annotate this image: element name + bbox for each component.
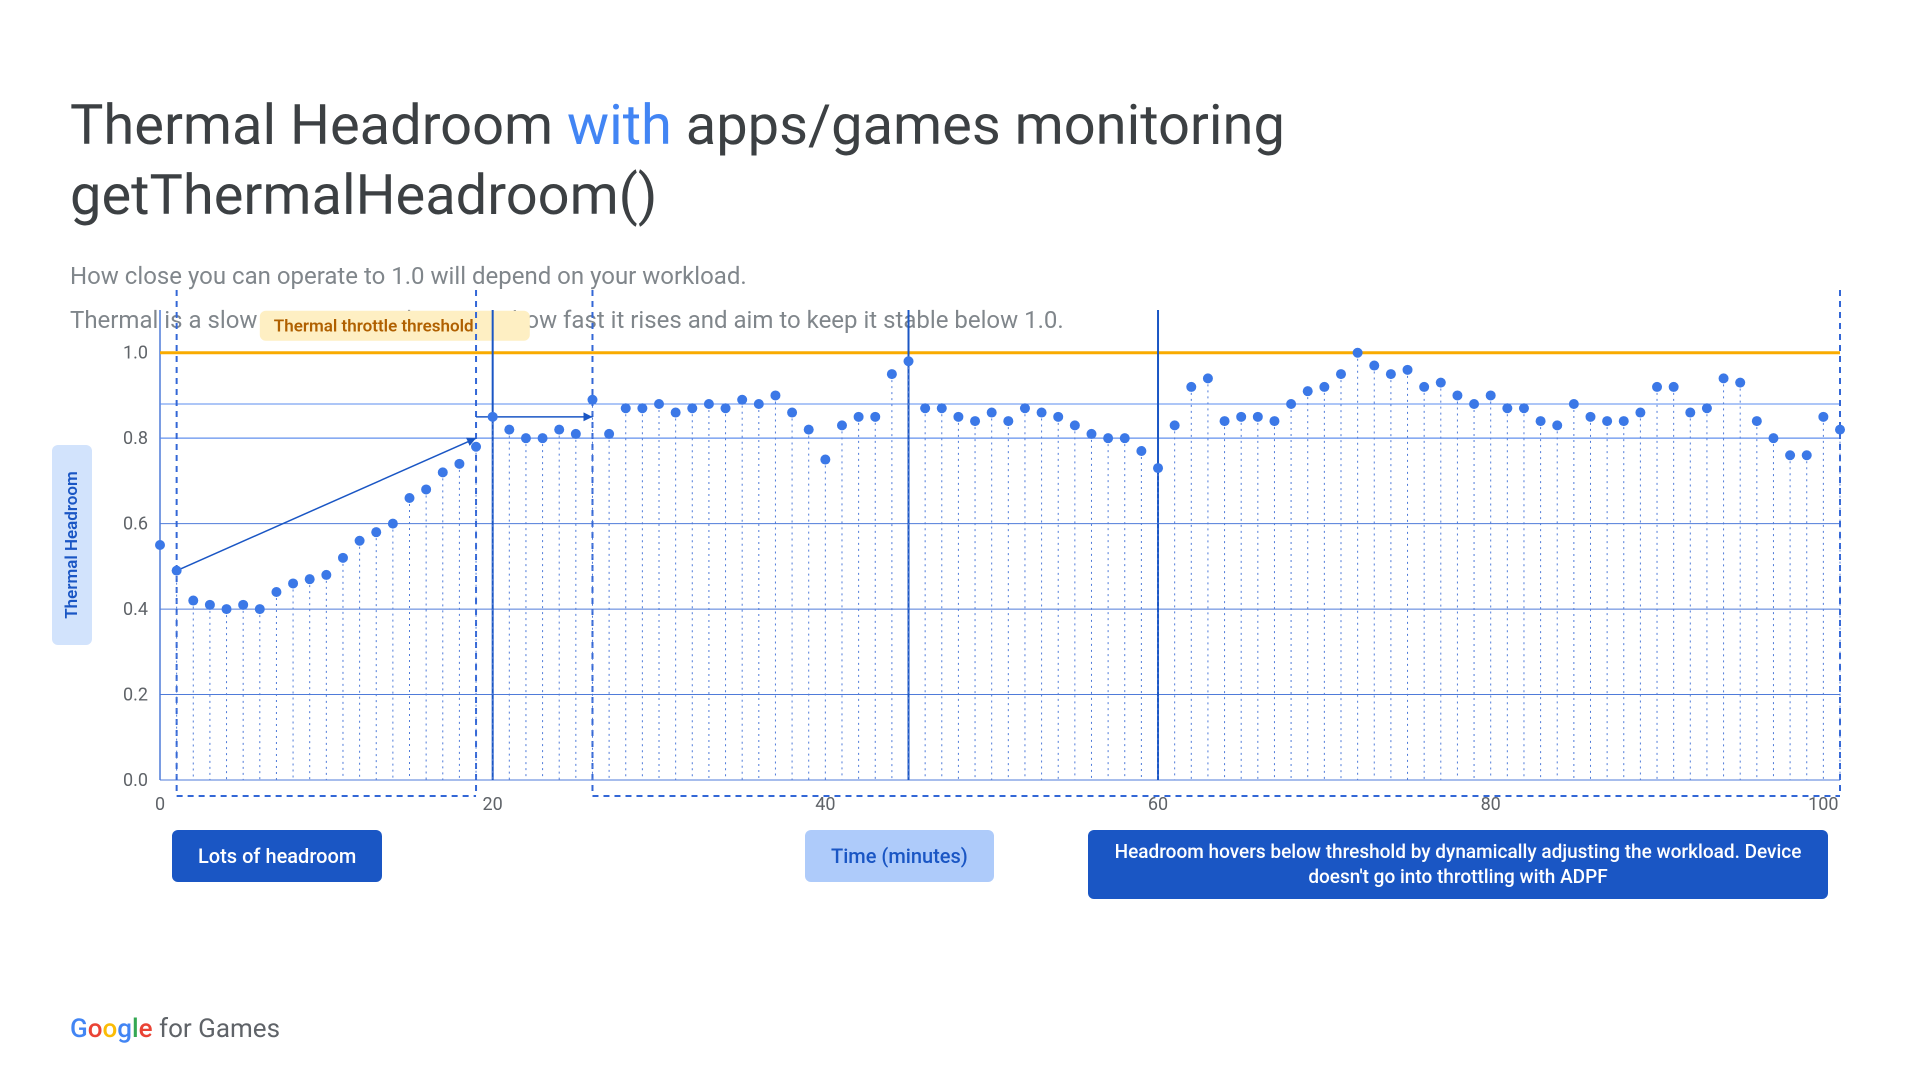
svg-text:1.0: 1.0: [123, 343, 148, 364]
google-logo-text: Google: [70, 1014, 153, 1044]
svg-text:0: 0: [155, 794, 165, 815]
y-axis-label: Thermal Headroom: [62, 471, 82, 619]
svg-text:20: 20: [483, 794, 503, 815]
svg-text:0.6: 0.6: [123, 514, 148, 535]
svg-text:60: 60: [1148, 794, 1168, 815]
annotation-left-pill: Lots of headroom: [172, 830, 382, 882]
svg-text:80: 80: [1481, 794, 1501, 815]
svg-text:Thermal throttle threshold: Thermal throttle threshold: [274, 317, 474, 337]
svg-text:40: 40: [815, 794, 835, 815]
chart-svg: 0.0 0.2 0.4 0.6 0.8 1.0 0 20 40 60 80 100 Thermal th…: [100, 300, 1860, 840]
footer-logo: Google for Games: [70, 1014, 280, 1044]
svg-text:0.0: 0.0: [123, 770, 148, 791]
chart-container: Thermal Headroom 0.00.20.40.60.81.002040…: [100, 300, 1860, 840]
y-axis-label-box: Thermal Headroom: [52, 445, 92, 645]
svg-text:0.8: 0.8: [123, 428, 148, 449]
page-title: Thermal Headroom with apps/games monitor…: [70, 90, 1850, 230]
annotation-right-pill: Headroom hovers below threshold by dynam…: [1088, 830, 1828, 899]
bottom-annotation-row: Lots of headroom Time (minutes) Headroom…: [100, 830, 1860, 910]
svg-text:0.2: 0.2: [123, 685, 148, 706]
footer-for-games: for Games: [153, 1014, 280, 1044]
title-accent: with: [567, 92, 672, 158]
title-pre: Thermal Headroom: [70, 92, 567, 158]
svg-text:0.4: 0.4: [123, 599, 148, 620]
subtitle-line-1: How close you can operate to 1.0 will de…: [70, 258, 1850, 294]
x-axis-label-pill: Time (minutes): [805, 830, 994, 882]
svg-text:100: 100: [1808, 794, 1838, 815]
